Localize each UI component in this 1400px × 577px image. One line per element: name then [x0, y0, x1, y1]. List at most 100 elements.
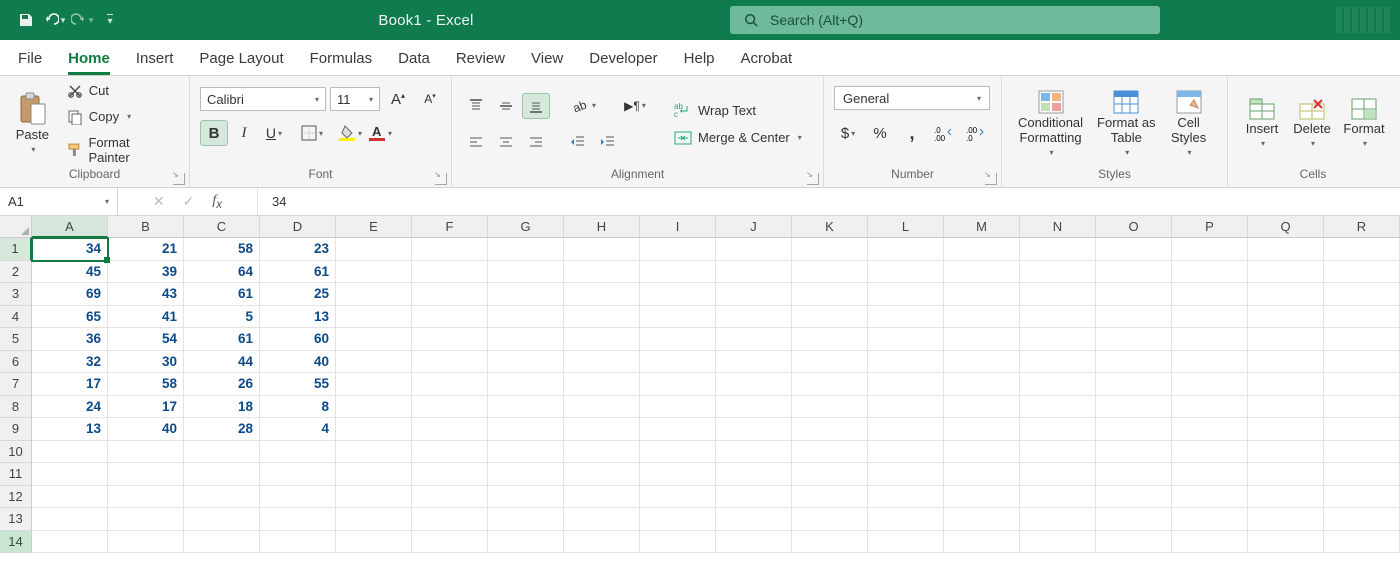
- decrease-indent-button[interactable]: [564, 129, 592, 155]
- tab-page-layout[interactable]: Page Layout: [199, 50, 283, 75]
- cell-J6[interactable]: [716, 351, 792, 374]
- conditional-formatting-button[interactable]: Conditional Formatting▾: [1012, 81, 1089, 167]
- cell-D5[interactable]: 60: [260, 328, 336, 351]
- cell-A4[interactable]: 65: [32, 306, 108, 329]
- cell-M13[interactable]: [944, 508, 1020, 531]
- cell-K13[interactable]: [792, 508, 868, 531]
- cell-A5[interactable]: 36: [32, 328, 108, 351]
- cut-button[interactable]: Cut: [61, 81, 179, 101]
- cell-B2[interactable]: 39: [108, 261, 184, 284]
- increase-decimal-button[interactable]: .0.00: [930, 120, 958, 146]
- cell-K11[interactable]: [792, 463, 868, 486]
- cell-M8[interactable]: [944, 396, 1020, 419]
- cell-G1[interactable]: [488, 238, 564, 261]
- cell-A13[interactable]: [32, 508, 108, 531]
- cell-I9[interactable]: [640, 418, 716, 441]
- decrease-font-button[interactable]: A▾: [416, 86, 444, 112]
- cell-G9[interactable]: [488, 418, 564, 441]
- cell-Q9[interactable]: [1248, 418, 1324, 441]
- cell-E5[interactable]: [336, 328, 412, 351]
- row-header-8[interactable]: 8: [0, 396, 32, 419]
- cell-A14[interactable]: [32, 531, 108, 554]
- cell-N14[interactable]: [1020, 531, 1096, 554]
- cell-O8[interactable]: [1096, 396, 1172, 419]
- column-header-P[interactable]: P: [1172, 216, 1248, 238]
- font-color-button[interactable]: A▾: [366, 120, 394, 146]
- cell-D3[interactable]: 25: [260, 283, 336, 306]
- cell-M4[interactable]: [944, 306, 1020, 329]
- cell-J9[interactable]: [716, 418, 792, 441]
- cell-A3[interactable]: 69: [32, 283, 108, 306]
- accounting-format-button[interactable]: $▾: [834, 120, 862, 146]
- cell-L4[interactable]: [868, 306, 944, 329]
- cell-F11[interactable]: [412, 463, 488, 486]
- cell-N5[interactable]: [1020, 328, 1096, 351]
- cell-Q1[interactable]: [1248, 238, 1324, 261]
- cell-M6[interactable]: [944, 351, 1020, 374]
- cell-O7[interactable]: [1096, 373, 1172, 396]
- cell-N1[interactable]: [1020, 238, 1096, 261]
- fill-handle[interactable]: [104, 257, 110, 263]
- column-header-Q[interactable]: Q: [1248, 216, 1324, 238]
- cell-P7[interactable]: [1172, 373, 1248, 396]
- cell-E3[interactable]: [336, 283, 412, 306]
- column-header-N[interactable]: N: [1020, 216, 1096, 238]
- cell-J5[interactable]: [716, 328, 792, 351]
- dialog-launcher-font[interactable]: [435, 173, 447, 185]
- cancel-formula-button[interactable]: ✕: [153, 193, 165, 210]
- align-center-button[interactable]: [492, 129, 520, 155]
- font-name-selector[interactable]: Calibri▾: [200, 87, 326, 111]
- decrease-decimal-button[interactable]: .00.0: [962, 120, 990, 146]
- select-all-button[interactable]: [0, 216, 32, 238]
- cell-F5[interactable]: [412, 328, 488, 351]
- row-header-5[interactable]: 5: [0, 328, 32, 351]
- cell-A11[interactable]: [32, 463, 108, 486]
- cell-N7[interactable]: [1020, 373, 1096, 396]
- format-painter-button[interactable]: Format Painter: [61, 133, 179, 167]
- cell-D2[interactable]: 61: [260, 261, 336, 284]
- cell-K9[interactable]: [792, 418, 868, 441]
- cell-O13[interactable]: [1096, 508, 1172, 531]
- cell-O11[interactable]: [1096, 463, 1172, 486]
- cell-R6[interactable]: [1324, 351, 1400, 374]
- cell-K8[interactable]: [792, 396, 868, 419]
- cell-F6[interactable]: [412, 351, 488, 374]
- cell-A2[interactable]: 45: [32, 261, 108, 284]
- align-bottom-button[interactable]: [522, 93, 550, 119]
- cell-C3[interactable]: 61: [184, 283, 260, 306]
- cell-M7[interactable]: [944, 373, 1020, 396]
- row-header-12[interactable]: 12: [0, 486, 32, 509]
- cell-Q12[interactable]: [1248, 486, 1324, 509]
- increase-font-button[interactable]: A▴: [384, 86, 412, 112]
- cell-R2[interactable]: [1324, 261, 1400, 284]
- cell-D10[interactable]: [260, 441, 336, 464]
- cell-A10[interactable]: [32, 441, 108, 464]
- column-header-G[interactable]: G: [488, 216, 564, 238]
- cell-P10[interactable]: [1172, 441, 1248, 464]
- cell-K7[interactable]: [792, 373, 868, 396]
- cell-M5[interactable]: [944, 328, 1020, 351]
- row-header-11[interactable]: 11: [0, 463, 32, 486]
- cell-F13[interactable]: [412, 508, 488, 531]
- cell-O10[interactable]: [1096, 441, 1172, 464]
- tab-file[interactable]: File: [18, 50, 42, 75]
- tab-view[interactable]: View: [531, 50, 563, 75]
- cell-H8[interactable]: [564, 396, 640, 419]
- paste-button[interactable]: Paste ▾: [10, 81, 55, 167]
- cell-A8[interactable]: 24: [32, 396, 108, 419]
- cell-B8[interactable]: 17: [108, 396, 184, 419]
- cell-O9[interactable]: [1096, 418, 1172, 441]
- cell-G6[interactable]: [488, 351, 564, 374]
- cell-R4[interactable]: [1324, 306, 1400, 329]
- cell-H4[interactable]: [564, 306, 640, 329]
- cell-R3[interactable]: [1324, 283, 1400, 306]
- cell-R8[interactable]: [1324, 396, 1400, 419]
- cell-C8[interactable]: 18: [184, 396, 260, 419]
- column-header-J[interactable]: J: [716, 216, 792, 238]
- cell-I2[interactable]: [640, 261, 716, 284]
- column-header-R[interactable]: R: [1324, 216, 1400, 238]
- row-header-3[interactable]: 3: [0, 283, 32, 306]
- italic-button[interactable]: I: [230, 120, 258, 146]
- cell-B13[interactable]: [108, 508, 184, 531]
- cell-L9[interactable]: [868, 418, 944, 441]
